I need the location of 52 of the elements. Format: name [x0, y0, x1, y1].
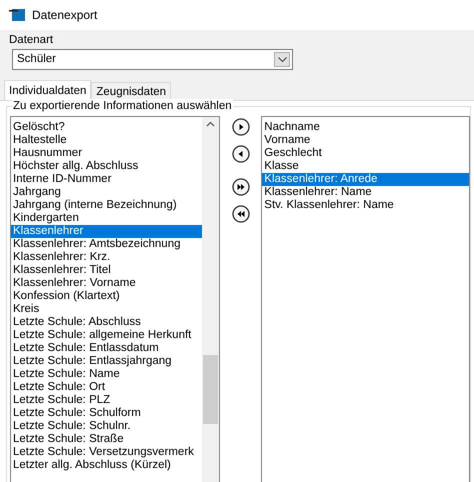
- tab[interactable]: Zeugnisdaten: [91, 82, 172, 100]
- scroll-thumb[interactable]: [202, 355, 218, 424]
- list-item[interactable]: Stv. Klassenlehrer: Name: [262, 199, 470, 212]
- move-button[interactable]: [232, 205, 250, 223]
- list-item[interactable]: Klassenlehrer: Anrede: [262, 173, 470, 186]
- list-item[interactable]: Konfession (Klartext): [11, 290, 202, 303]
- list-item[interactable]: Kindergarten: [11, 212, 202, 225]
- list-item[interactable]: Letzte Schule: Entlassdatum: [11, 342, 202, 355]
- list-item[interactable]: Letzte Schule: Schulnr.: [11, 420, 202, 433]
- move-button[interactable]: [232, 178, 250, 196]
- double-right-icon: [232, 178, 250, 196]
- list-item[interactable]: Klassenlehrer: Titel: [11, 264, 202, 277]
- list-item[interactable]: Klassenlehrer: Name: [262, 186, 470, 199]
- list-item[interactable]: Geschlecht: [262, 147, 470, 160]
- list-item[interactable]: Jahrgang: [11, 186, 202, 199]
- double-left-icon: [232, 205, 250, 223]
- list-item[interactable]: Interne ID-Nummer: [11, 173, 202, 186]
- list-item[interactable]: Vorname: [262, 134, 470, 147]
- list-item[interactable]: Letzte Schule: Abschluss: [11, 316, 202, 329]
- list-item[interactable]: Höchster allg. Abschluss: [11, 160, 202, 173]
- list-item[interactable]: Jahrgang (interne Bezeichnung): [11, 199, 202, 212]
- list-item[interactable]: Letzte Schule: Ort: [11, 381, 202, 394]
- app-icon: [9, 8, 26, 22]
- chevron-icon: [278, 57, 286, 62]
- list-item[interactable]: Letzter allg. Abschluss (Kürzel): [11, 459, 202, 472]
- list-item[interactable]: Haltestelle: [11, 134, 202, 147]
- move-button[interactable]: [232, 145, 250, 163]
- play-right-icon: [232, 118, 250, 136]
- list-item[interactable]: Kreis: [11, 303, 202, 316]
- scrollbar[interactable]: [202, 117, 219, 482]
- play-left-icon: [232, 145, 250, 163]
- list-item[interactable]: Letzte Schule: Schulform: [11, 407, 202, 420]
- tab[interactable]: Individualdaten: [4, 80, 92, 100]
- list-item[interactable]: Letzte Schule: PLZ: [11, 394, 202, 407]
- list-item[interactable]: Gelöscht?: [11, 121, 202, 134]
- list-item[interactable]: Letzte Schule: Entlassjahrgang: [11, 355, 202, 368]
- dropdown[interactable]: Schüler: [12, 49, 293, 70]
- list-item[interactable]: Klassenlehrer: Vorname: [11, 277, 202, 290]
- list-item[interactable]: Letzte Schule: Name: [11, 368, 202, 381]
- list-item[interactable]: Letzte Schule: allgemeine Herkunft: [11, 329, 202, 342]
- list-item[interactable]: Nachname: [262, 121, 470, 134]
- list-item[interactable]: Klasse: [262, 160, 470, 173]
- list-item[interactable]: Letzte Schule: Versetzungsvermerk: [11, 446, 202, 459]
- window-title: Datenexport: [32, 7, 98, 24]
- list-item[interactable]: Hausnummer: [11, 147, 202, 160]
- list-item[interactable]: Klassenlehrer: Krz.: [11, 251, 202, 264]
- list-item[interactable]: Letzte Schule: Straße: [11, 433, 202, 446]
- list-item[interactable]: Klassenlehrer: [11, 225, 202, 238]
- list-item[interactable]: Klassenlehrer: Amtsbezeichnung: [11, 238, 202, 251]
- move-button[interactable]: [232, 118, 250, 136]
- group-title: Zu exportierende Informationen auswählen: [12, 99, 233, 113]
- field-label: Datenart: [9, 34, 54, 46]
